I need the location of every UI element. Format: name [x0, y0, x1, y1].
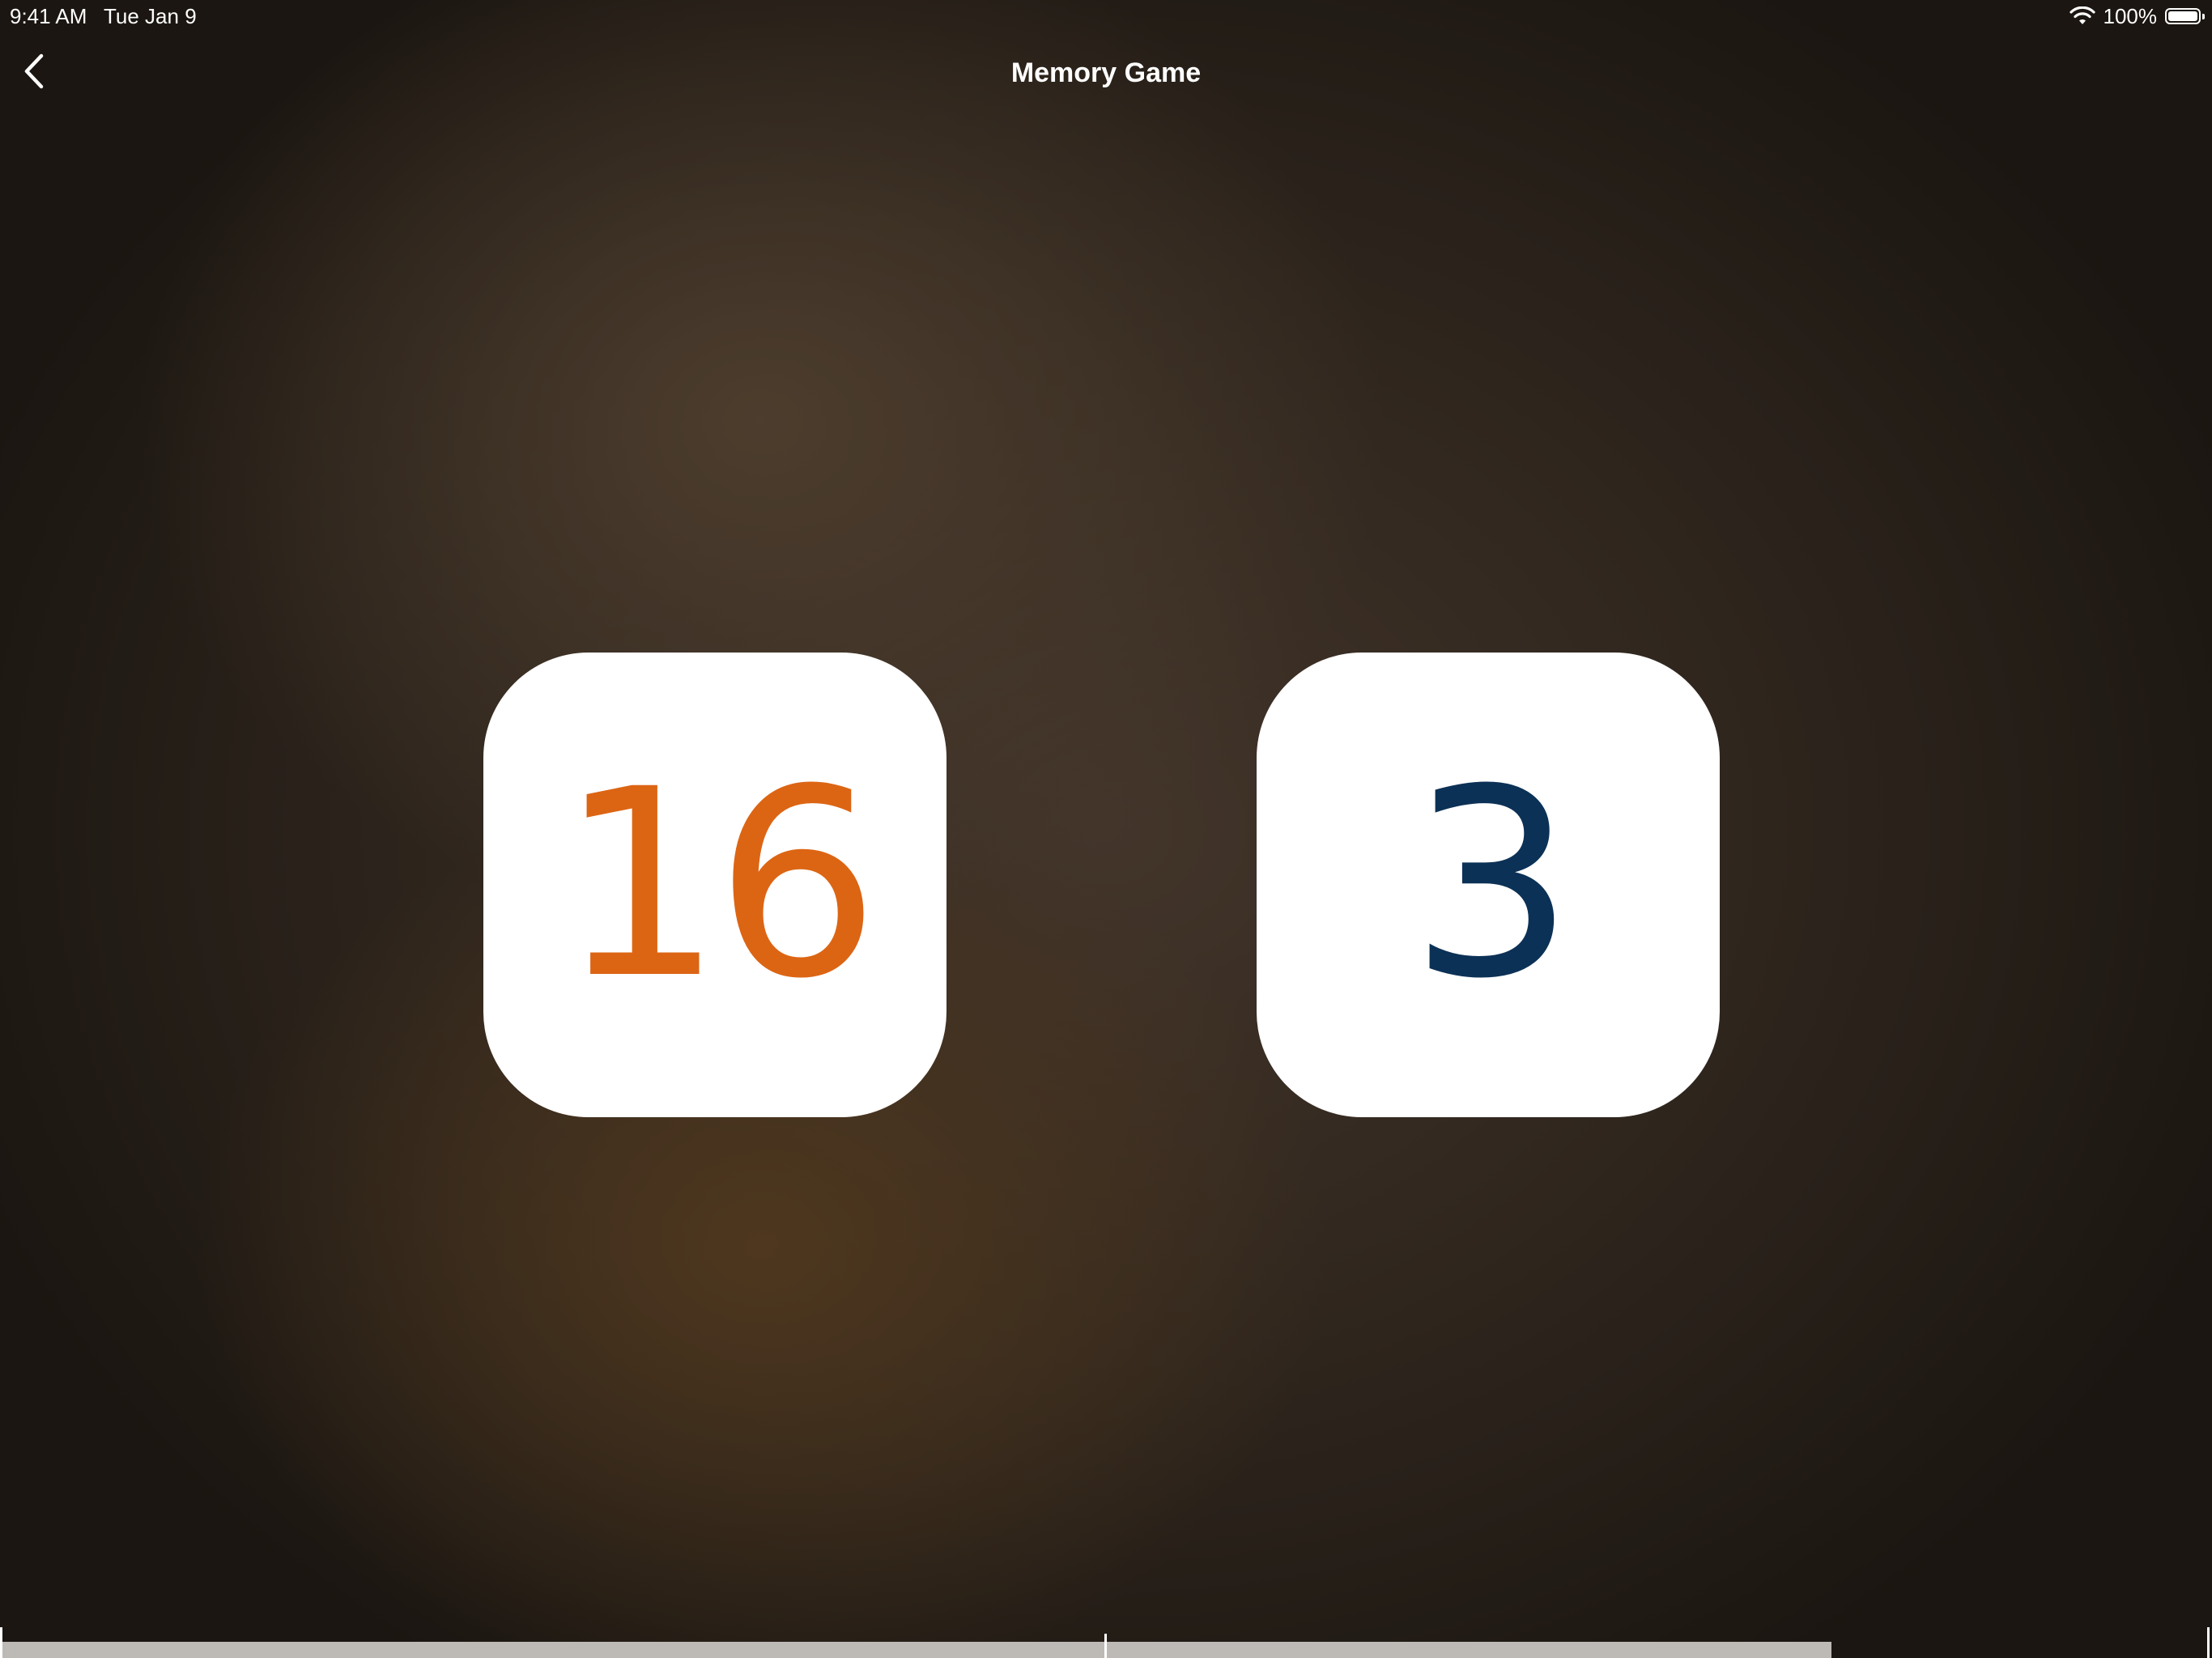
progress-track [0, 1642, 1831, 1658]
status-bar: 9:41 AM Tue Jan 9 100% [0, 0, 2212, 32]
memory-card-right[interactable]: 3 [1257, 653, 1720, 1117]
game-background [0, 0, 2212, 1658]
page-title: Memory Game [1010, 57, 1202, 88]
status-indicators: 100% [2069, 0, 2205, 32]
battery-level [2168, 11, 2197, 21]
status-time: 9:41 AM [10, 4, 87, 28]
wifi-icon [2069, 6, 2095, 24]
battery-percent: 100% [2103, 4, 2158, 28]
battery-tip [2202, 14, 2205, 19]
navigation-bar: Memory Game [0, 32, 2212, 113]
track-marker-center [1104, 1634, 1107, 1658]
status-date: Tue Jan 9 [104, 4, 197, 28]
battery-full-icon [2165, 8, 2205, 24]
track-marker-right [2207, 1627, 2210, 1658]
track-marker-left [0, 1627, 2, 1658]
memory-card-left[interactable]: 16 [483, 653, 946, 1117]
card-number-right: 3 [1410, 734, 1575, 1035]
card-number-left: 16 [558, 734, 879, 1035]
